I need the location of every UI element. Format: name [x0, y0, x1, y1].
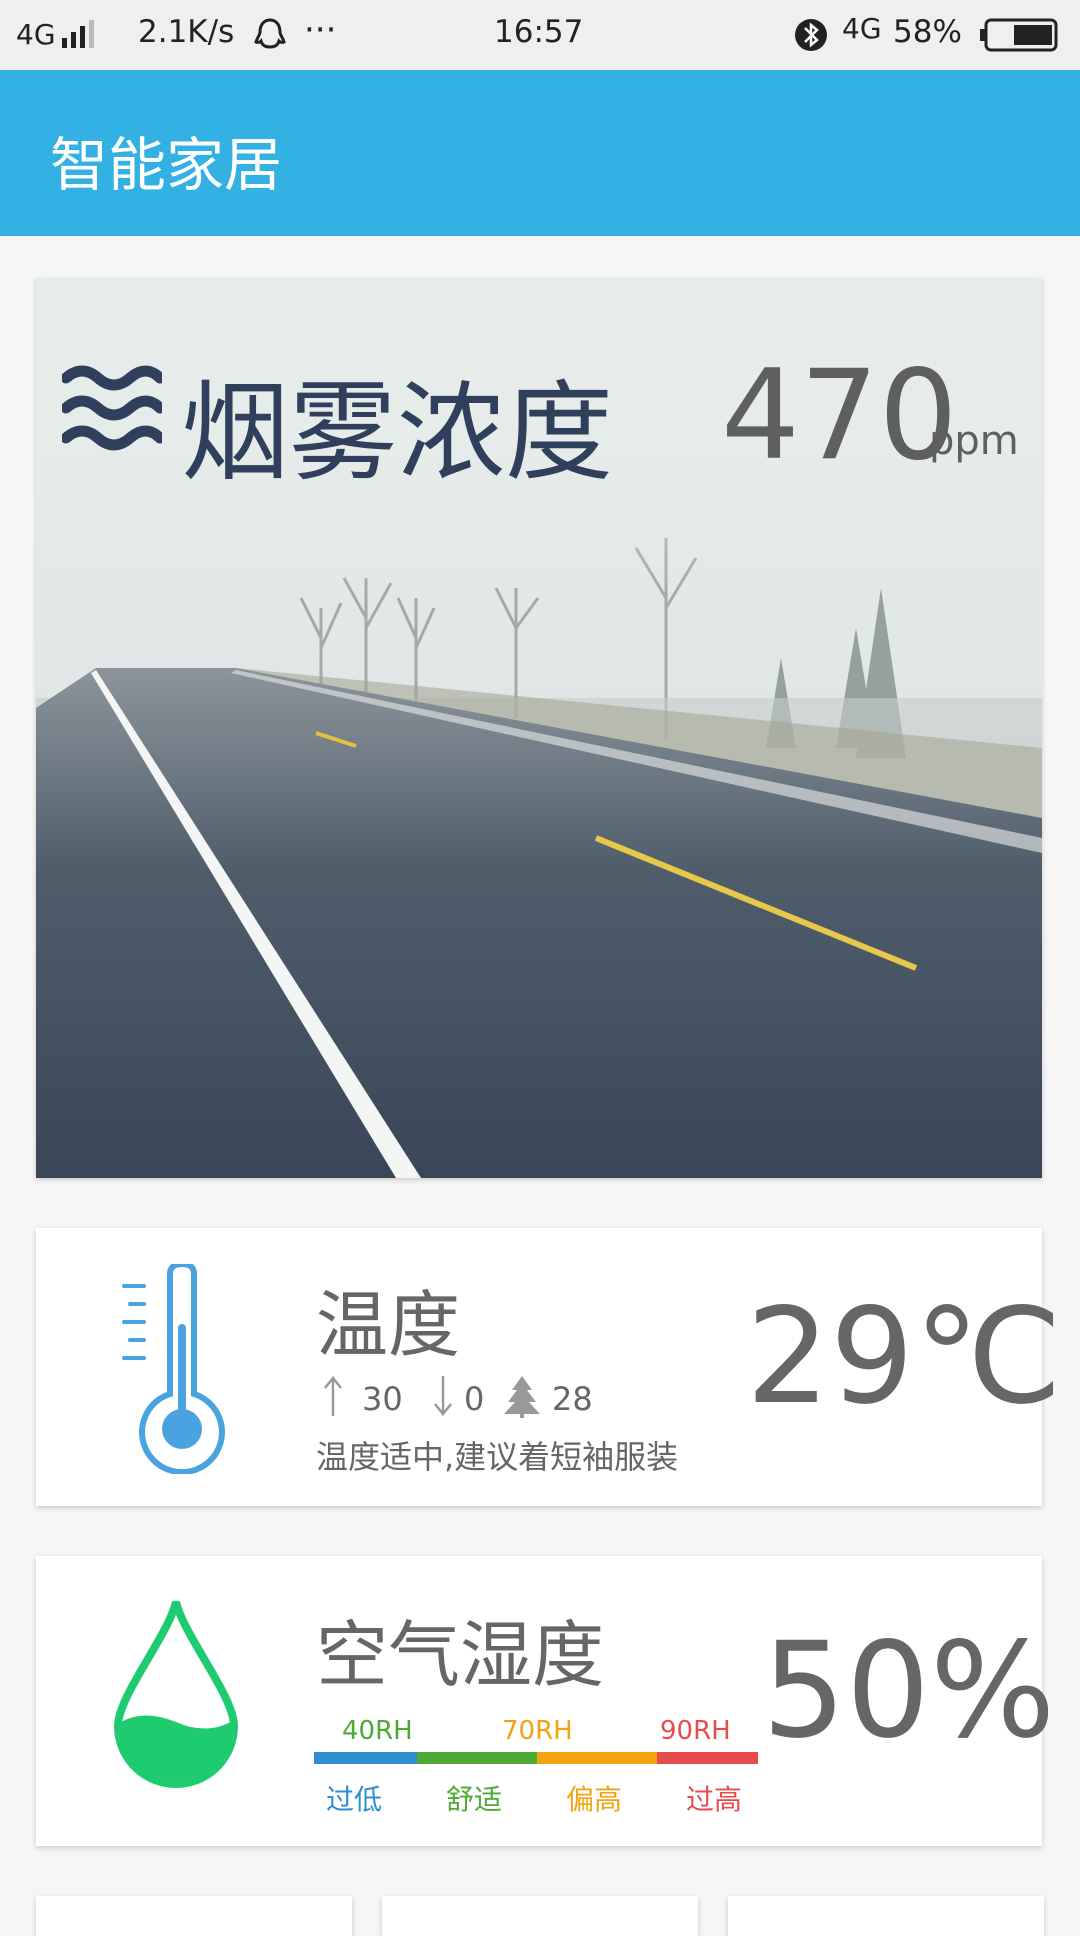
temperature-high: 30 — [362, 1380, 403, 1418]
scale-segment-too-high — [657, 1752, 758, 1764]
signal-icon — [62, 20, 94, 48]
humidity-card[interactable]: 空气湿度 40RH 70RH 90RH 过低 舒适 偏高 过高 50% — [36, 1556, 1055, 1846]
scale-label-70: 70RH — [502, 1716, 573, 1746]
battery-icon — [980, 18, 1058, 52]
scale-label-40: 40RH — [342, 1716, 413, 1746]
clock: 16:57 — [494, 14, 584, 50]
app-title: 智能家居 — [50, 131, 283, 199]
smoke-unit: ppm — [929, 418, 1019, 464]
scale-segment-low — [314, 1752, 417, 1764]
scale-segment-high — [537, 1752, 657, 1764]
scale-bottom-comfortable: 舒适 — [446, 1783, 503, 1816]
tree-icon — [504, 1376, 540, 1418]
temperature-card[interactable]: 温度 30 0 28 温度适中,建议着短袖服装 29℃ — [36, 1228, 1062, 1506]
temperature-label: 温度 — [316, 1283, 461, 1367]
temperature-value: 29℃ — [746, 1280, 1063, 1434]
bottom-card-1[interactable] — [36, 1896, 352, 1936]
scale-segment-comfortable — [417, 1752, 537, 1764]
arrow-up-icon — [324, 1375, 342, 1416]
smoke-card[interactable]: 烟雾浓度 470 ppm — [36, 278, 1042, 1178]
network-type-2: 4G — [842, 12, 882, 45]
scale-bottom-high: 偏高 — [566, 1783, 623, 1816]
scale-label-90: 90RH — [660, 1716, 731, 1746]
battery-percent: 58% — [893, 14, 962, 50]
bluetooth-icon — [795, 19, 827, 51]
scale-bottom-too-high: 过高 — [686, 1783, 743, 1816]
humidity-value: 50% — [762, 1614, 1056, 1768]
water-drop-icon — [113, 1600, 239, 1788]
status-bar: 4G 2.1K/s ··· 16:57 4G 58% — [0, 0, 1080, 70]
temperature-low: 0 — [464, 1380, 485, 1418]
more-dots: ··· — [304, 10, 337, 50]
network-speed: 2.1K/s — [138, 14, 235, 50]
app-bar: 智能家居 — [0, 70, 1080, 236]
smoke-label: 烟雾浓度 — [181, 371, 614, 496]
temperature-advice: 温度适中,建议着短袖服装 — [316, 1438, 679, 1476]
qq-icon — [254, 18, 286, 49]
bottom-card-2[interactable] — [382, 1896, 698, 1936]
scale-bottom-low: 过低 — [326, 1783, 383, 1816]
arrow-down-icon — [434, 1376, 452, 1417]
humidity-scale-bar — [314, 1752, 758, 1764]
bottom-card-3[interactable] — [728, 1896, 1044, 1936]
tree-value: 28 — [552, 1380, 593, 1418]
network-type: 4G — [16, 18, 56, 51]
smoke-waves-icon — [62, 365, 162, 451]
smoke-value: 470 — [721, 344, 958, 488]
thermometer-icon — [122, 1264, 225, 1474]
humidity-label: 空气湿度 — [316, 1613, 605, 1697]
